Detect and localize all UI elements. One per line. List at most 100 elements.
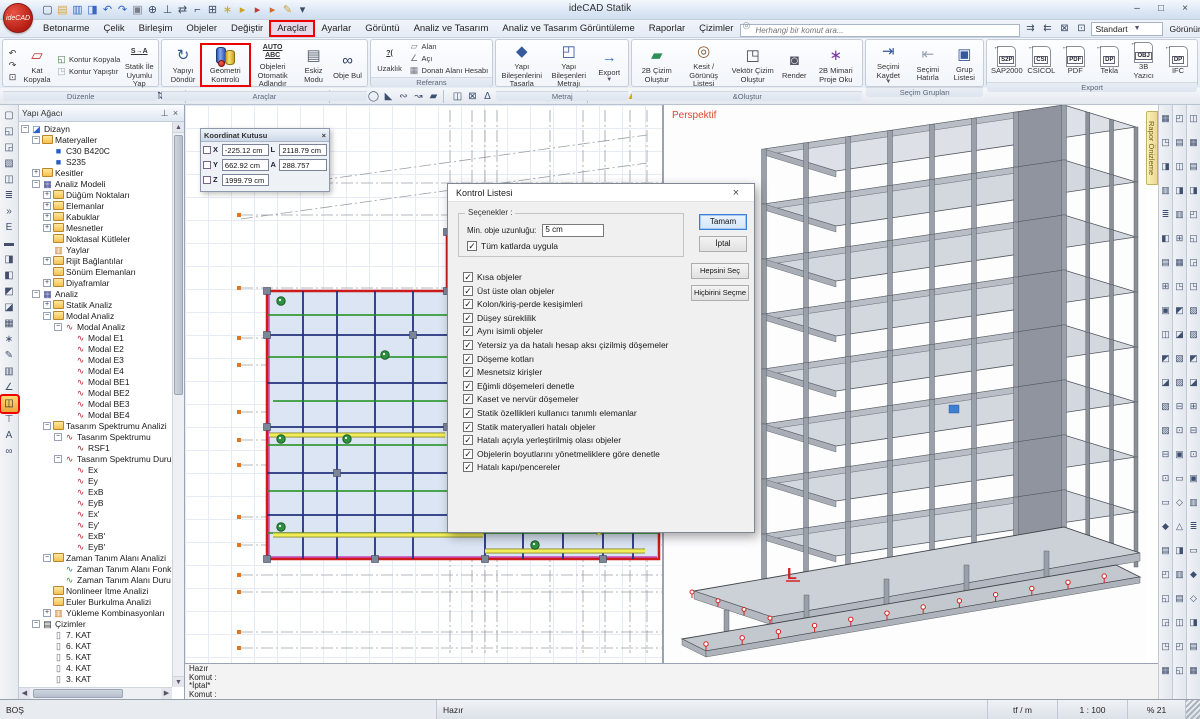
check-option-0[interactable]: ✓Kısa objeler <box>463 272 669 282</box>
angle-icon[interactable]: ∠Açı <box>409 53 489 64</box>
command-list-icon[interactable]: ⇉ <box>1023 23 1037 34</box>
right-tool-0-17[interactable]: ◆ <box>1159 515 1172 539</box>
tree-vertical-scrollbar[interactable]: ▲ ▼ <box>172 122 184 687</box>
tree-expander-icon[interactable]: − <box>21 125 29 133</box>
tree-expander-icon[interactable]: − <box>43 312 51 320</box>
resize-grip[interactable] <box>1186 700 1200 719</box>
check-option-7[interactable]: ✓Mesnetsiz kirişler <box>463 367 669 377</box>
left-tool-17[interactable]: ∠ <box>1 380 18 396</box>
menu-item-7[interactable]: Görüntü <box>358 21 406 36</box>
close-icon[interactable]: × <box>1174 2 1196 16</box>
tree-item[interactable]: −∿Tasarım Spektrumu Duru <box>19 453 172 464</box>
contour-paste-icon[interactable]: ◳Kontur Yapıştır <box>56 66 120 77</box>
right-tool-1-15[interactable]: ▭ <box>1173 467 1186 491</box>
right-tool-2-9[interactable]: ▨ <box>1187 323 1200 347</box>
tree-item[interactable]: −Materyaller <box>19 134 172 145</box>
left-tool-7[interactable]: E <box>1 220 18 236</box>
rebar-area-icon[interactable]: ▦Donatı Alanı Hesabı <box>409 65 489 76</box>
tree-item[interactable]: ∿ExB' <box>19 530 172 541</box>
draw-tool-30[interactable]: Δ <box>480 89 495 104</box>
right-tool-1-5[interactable]: ⊞ <box>1173 227 1186 251</box>
left-tool-14[interactable]: ∗ <box>1 332 18 348</box>
scroll-left-icon[interactable]: ◀ <box>19 688 30 699</box>
select-none-button[interactable]: Hiçbirini Seçme <box>691 285 749 301</box>
right-tool-0-2[interactable]: ◨ <box>1159 155 1172 179</box>
check-option-3[interactable]: ✓Düşey süreklilik <box>463 313 669 323</box>
tree-item[interactable]: ∿Ey <box>19 475 172 486</box>
tree-expander-icon[interactable]: − <box>32 180 40 188</box>
check-option-11[interactable]: ✓Statik materyalleri hatalı objeler <box>463 422 669 432</box>
right-tool-0-7[interactable]: ⊞ <box>1159 275 1172 299</box>
y-value-input[interactable]: 662.92 cm <box>222 159 269 171</box>
right-tool-0-18[interactable]: ▤ <box>1159 539 1172 563</box>
draw-tool-25[interactable]: ∾ <box>396 89 411 104</box>
tree-item[interactable]: Euler Burkulma Analizi <box>19 596 172 607</box>
right-tool-2-11[interactable]: ◪ <box>1187 371 1200 395</box>
right-tool-1-16[interactable]: ◇ <box>1173 491 1186 515</box>
area-icon[interactable]: ▱Alan <box>409 41 489 52</box>
right-tool-1-19[interactable]: ▥ <box>1173 563 1186 587</box>
tree-item[interactable]: ∿RSF1 <box>19 442 172 453</box>
left-tool-1[interactable]: ◱ <box>1 124 18 140</box>
right-tool-2-23[interactable]: ▦ <box>1187 659 1200 683</box>
command-search-input[interactable] <box>740 24 1020 37</box>
menu-item-5[interactable]: Araçlar <box>270 21 314 36</box>
rotate-building-button[interactable]: ↻Yapıyı Döndür <box>164 45 201 85</box>
tree-item[interactable]: +Statik Analiz <box>19 299 172 310</box>
export-3d-printer-button[interactable]: OBJ3B Yazıcı <box>1126 41 1161 81</box>
geometry-check-icon[interactable]: ◫ <box>1 396 18 412</box>
min-length-input[interactable]: 5 cm <box>542 224 604 237</box>
components-takeoff-button[interactable]: ◰Yapı Bileşenleri Metrajı <box>545 41 592 90</box>
tree-item[interactable]: −∿Tasarım Spektrumu <box>19 431 172 442</box>
menu-item-9[interactable]: Analiz ve Tasarım Görüntüleme <box>495 21 641 36</box>
tree-item[interactable]: +Düğüm Noktaları <box>19 189 172 200</box>
right-tool-0-19[interactable]: ◰ <box>1159 563 1172 587</box>
geometry-check-button[interactable]: Geometri Kontrolü <box>202 45 249 85</box>
left-tool-15[interactable]: ✎ <box>1 348 18 364</box>
select-all-button[interactable]: Hepsini Seç <box>691 263 749 279</box>
right-tool-0-23[interactable]: ▦ <box>1159 659 1172 683</box>
tree-item[interactable]: +Mesnetler <box>19 222 172 233</box>
tree-item[interactable]: Sönüm Elemanları <box>19 266 172 277</box>
tree-item[interactable]: ∿Zaman Tanım Alanı Duru <box>19 574 172 585</box>
status-zoom[interactable]: % 21 <box>1128 700 1186 719</box>
draw-tool-23[interactable]: ◯ <box>366 89 381 104</box>
right-tool-2-1[interactable]: ▦ <box>1187 131 1200 155</box>
maximize-icon[interactable]: □ <box>1150 2 1172 16</box>
menu-item-0[interactable]: Betonarme <box>36 21 96 36</box>
group-list-button[interactable]: ▣Grup Listesi <box>947 44 981 84</box>
right-tool-1-6[interactable]: ▦ <box>1173 251 1186 275</box>
check-option-9[interactable]: ✓Kaset ve nervür döşemeler <box>463 394 669 404</box>
tree-item[interactable]: ∿Modal BE3 <box>19 398 172 409</box>
tree-item[interactable]: ∿Modal E1 <box>19 332 172 343</box>
distance-button[interactable]: ?(Uzaklık <box>373 43 407 75</box>
check-option-2[interactable]: ✓Kolon/kiriş-perde kesişimleri <box>463 299 669 309</box>
right-tool-2-16[interactable]: ▥ <box>1187 491 1200 515</box>
tree-item[interactable]: ∿ExB <box>19 486 172 497</box>
left-tool-8[interactable]: ▬ <box>1 236 18 252</box>
right-tool-1-9[interactable]: ◪ <box>1173 323 1186 347</box>
menu-item-3[interactable]: Objeler <box>179 21 224 36</box>
check-option-13[interactable]: ✓Objelerin boyutlarını yönetmeliklere gö… <box>463 449 669 459</box>
save-selection-button[interactable]: ⇥Seçimi Kaydet▼ <box>868 41 908 86</box>
right-tool-1-3[interactable]: ◨ <box>1173 179 1186 203</box>
tree-item[interactable]: −Modal Analiz <box>19 310 172 321</box>
export-ifc-button[interactable]: DPIFC <box>1161 45 1195 77</box>
dialog-close-icon[interactable]: × <box>726 187 746 199</box>
right-tool-0-6[interactable]: ▤ <box>1159 251 1172 275</box>
tree-item[interactable]: Nonlineer İtme Analizi <box>19 585 172 596</box>
tree-item[interactable]: −▤Çizimler <box>19 618 172 629</box>
read-2d-project-button[interactable]: ∗2B Mimari Proje Oku <box>811 45 860 85</box>
tree-item[interactable]: +Diyaframlar <box>19 277 172 288</box>
right-tool-2-13[interactable]: ⊟ <box>1187 419 1200 443</box>
tree-item[interactable]: +▥Yükleme Kombinasyonları <box>19 607 172 618</box>
tree-expander-icon[interactable]: − <box>32 136 40 144</box>
export-pdf-button[interactable]: PDFPDF <box>1058 45 1092 77</box>
left-tool-4[interactable]: ◫ <box>1 172 18 188</box>
check-option-10[interactable]: ✓Statik özellikleri kullanıcı tanımlı el… <box>463 408 669 418</box>
scroll-thumb-h[interactable] <box>33 689 123 698</box>
contour-copy-icon[interactable]: ◱Kontur Kopyala <box>56 54 120 65</box>
tree-expander-icon[interactable]: + <box>32 169 40 177</box>
copy-floor-button[interactable]: ▱Kat Kopyala <box>20 45 54 85</box>
draw-tool-28[interactable]: ◫ <box>450 89 465 104</box>
